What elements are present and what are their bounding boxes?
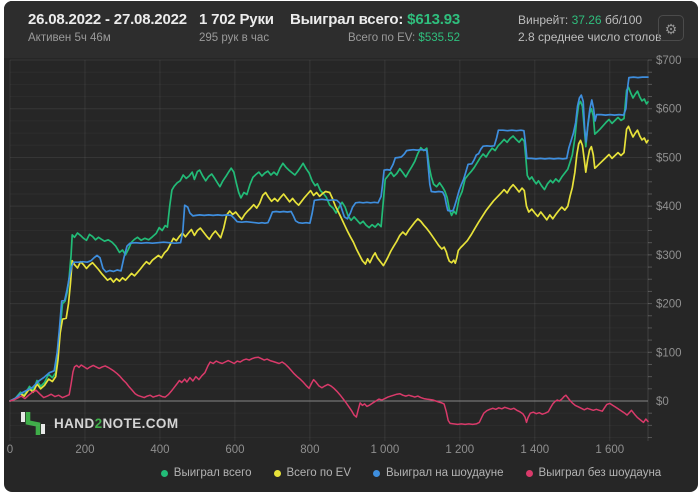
avg-tables: 2.8 среднее число столов	[518, 30, 662, 44]
legend-dot-icon	[525, 469, 533, 477]
winrate-line: Винрейт: 37.26 бб/100	[518, 13, 661, 27]
winrate-unit: бб/100	[604, 13, 643, 27]
won-total-value: $613.93	[407, 11, 460, 28]
settings-button[interactable]: ⚙	[658, 15, 684, 41]
legend-item-0[interactable]: Выиграл всего	[160, 467, 252, 479]
legend-label: Выиграл без шоудауна	[538, 467, 662, 479]
ev-line: Всего по EV: $535.52	[244, 32, 460, 44]
logo-part3: NOTE.COM	[102, 415, 179, 431]
graph-card: 26.08.2022 - 27.08.2022 Активен 5ч 46м 1…	[4, 1, 698, 492]
session-header: 26.08.2022 - 27.08.2022 Активен 5ч 46м 1…	[4, 1, 698, 58]
hand2note-logo: HAND2NOTE.COM	[20, 409, 178, 437]
logo-part2: 2	[94, 415, 103, 431]
session-graph-window: 26.08.2022 - 27.08.2022 Активен 5ч 46м 1…	[0, 0, 700, 495]
legend-label: Выиграл на шоудауне	[386, 467, 504, 479]
legend-label: Всего по EV	[286, 467, 352, 479]
legend-dot-icon	[273, 469, 281, 477]
date-range: 26.08.2022 - 27.08.2022	[28, 11, 187, 28]
legend-dot-icon	[373, 469, 381, 477]
hand2note-logo-icon	[21, 412, 45, 435]
ev-value: $535.52	[418, 32, 460, 44]
ev-label: Всего по EV:	[347, 32, 416, 44]
won-total-line: Выиграл всего: $613.93	[244, 11, 460, 28]
legend-item-3[interactable]: Выиграл без шоудауна	[525, 467, 662, 479]
won-total-label: Выиграл всего:	[289, 11, 404, 28]
winrate-block: Винрейт: 37.26 бб/100 2.8 среднее число …	[518, 13, 661, 44]
winrate-label: Винрейт:	[518, 13, 569, 27]
legend-item-2[interactable]: Выиграл на шоудауне	[373, 467, 504, 479]
legend-item-1[interactable]: Всего по EV	[273, 467, 352, 479]
legend-label: Выиграл всего	[173, 467, 252, 479]
active-time: Активен 5ч 46м	[28, 32, 111, 44]
logo-part1: HAND	[54, 415, 95, 431]
date-range-block: 26.08.2022 - 27.08.2022 Активен 5ч 46м	[28, 11, 187, 44]
winrate-value: 37.26	[571, 13, 602, 27]
hand2note-logo-text: HAND2NOTE.COM	[54, 416, 178, 431]
chart-legend: Выиграл всего Всего по EV Выиграл на шоуда…	[4, 467, 698, 479]
legend-dot-icon	[160, 469, 168, 477]
winnings-block: Выиграл всего: $613.93 Всего по EV: $535…	[244, 11, 460, 44]
gear-icon: ⚙	[664, 21, 678, 37]
